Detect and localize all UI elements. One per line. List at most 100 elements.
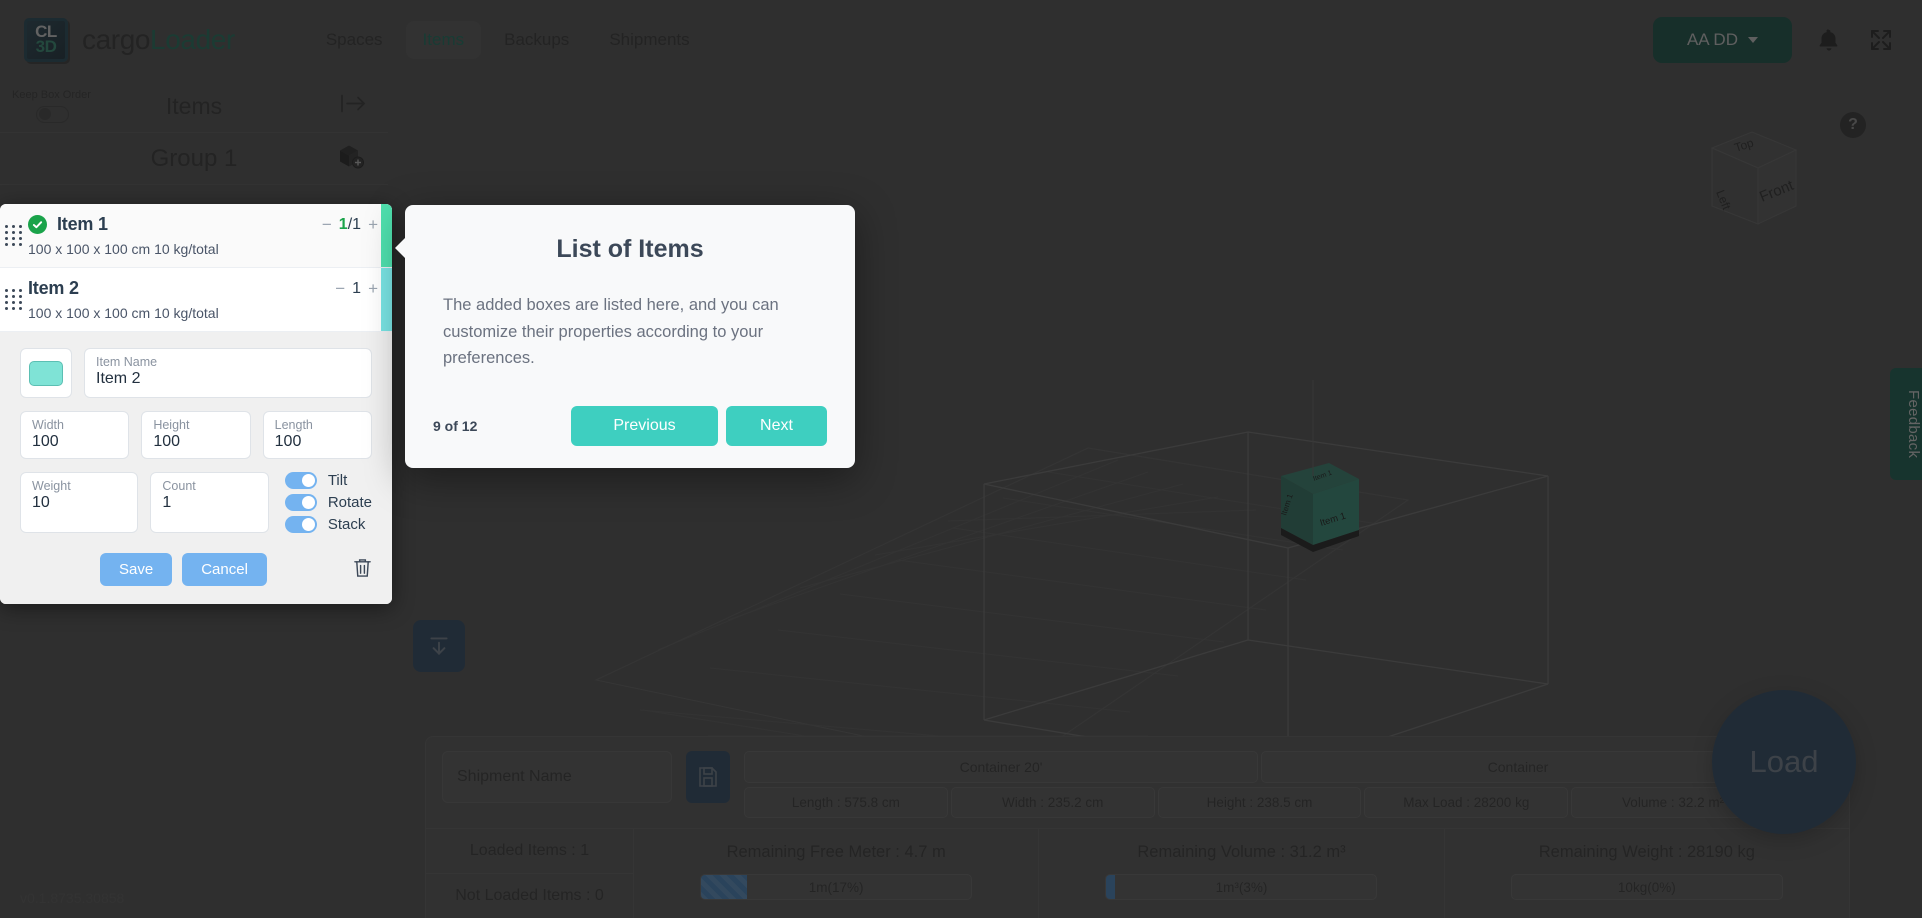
keep-box-order-toggle[interactable] [36, 106, 69, 123]
tilt-option[interactable]: Tilt [284, 472, 372, 489]
stat-remaining-volume: Remaining Volume : 31.2 m³ 1m³(3%) [1039, 829, 1445, 918]
tilt-toggle[interactable] [284, 472, 317, 489]
add-box-icon[interactable] [336, 142, 366, 175]
download-button[interactable] [413, 620, 465, 672]
item-details: 100 x 100 x 100 cm 10 kg/total [28, 305, 219, 321]
count-value: 1 [162, 494, 172, 511]
form-row-name: Item Name Item 2 [20, 348, 372, 398]
app-root: CL 3D cargoLoader Spaces Items Backups S… [0, 0, 1922, 918]
container-length: Length : 575.8 cm [744, 787, 948, 818]
progress-label: 1m³(3%) [1215, 879, 1268, 895]
items-panel-header: Keep Box Order Items [0, 80, 388, 133]
width-label: Width [32, 418, 64, 432]
main-nav: Spaces Items Backups Shipments [309, 21, 707, 59]
shipment-stats-row: Loaded Items : 1 Not Loaded Items : 0 Re… [426, 828, 1849, 918]
tour-previous-button[interactable]: Previous [571, 406, 718, 447]
loaded-items-count: Loaded Items : 1 [469, 842, 590, 859]
trash-icon[interactable] [353, 557, 372, 583]
nav-item-backups[interactable]: Backups [487, 21, 586, 59]
color-swatch [29, 360, 63, 386]
item-details: 100 x 100 x 100 cm 10 kg/total [28, 241, 219, 257]
rotate-option[interactable]: Rotate [284, 494, 373, 511]
tour-step-counter: 9 of 12 [433, 418, 478, 435]
rotate-label: Rotate [327, 494, 373, 511]
increment-button[interactable]: + [368, 279, 378, 299]
cancel-button[interactable]: Cancel [182, 553, 267, 586]
tilt-label: Tilt [327, 472, 348, 489]
list-item[interactable]: Item 2 − 1 + 100 x 100 x 100 cm 10 kg/to… [0, 268, 392, 332]
bell-icon[interactable] [1814, 25, 1844, 55]
stat-title: Remaining Weight : 28190 kg [1538, 843, 1755, 861]
save-button[interactable]: Save [100, 553, 173, 586]
chevron-down-icon [1748, 37, 1758, 43]
cargoloader-logo-icon: CL 3D [24, 18, 68, 62]
weight-label: Weight [32, 479, 71, 493]
keep-box-order-control[interactable]: Keep Box Order [12, 89, 91, 123]
item-quantity-stepper[interactable]: − 1/1 + [322, 215, 378, 235]
item-name: Item 2 [28, 278, 79, 298]
group-title: Group 1 [150, 144, 238, 172]
stack-option[interactable]: Stack [284, 516, 372, 533]
weight-value: 10 [32, 494, 50, 511]
container-width: Width : 235.2 cm [950, 787, 1155, 818]
tour-footer: 9 of 12 Previous Next [433, 406, 827, 447]
height-value: 100 [153, 433, 181, 450]
drag-handle[interactable] [0, 214, 28, 257]
expand-icon[interactable] [1866, 25, 1896, 55]
app-version: v0.1.8735.30858 [20, 890, 125, 906]
stack-label: Stack [327, 516, 366, 533]
progress-label: 10kg(0%) [1617, 879, 1676, 895]
item-color-bar [381, 268, 392, 331]
item-name-label: Item Name [96, 355, 158, 369]
item-name: Item 1 [57, 214, 108, 234]
list-item[interactable]: Item 1 − 1/1 + 100 x 100 x 100 cm 10 kg/… [0, 204, 392, 268]
height-field[interactable]: Height 100 [141, 411, 251, 459]
view-orientation-cube[interactable]: Top Left Front [1692, 120, 1812, 245]
item-quantity-stepper[interactable]: − 1 + [335, 279, 378, 299]
nav-item-spaces[interactable]: Spaces [309, 21, 400, 59]
length-value: 100 [274, 433, 302, 450]
save-shipment-button[interactable] [686, 751, 730, 803]
count-field[interactable]: Count 1 [150, 472, 269, 533]
item-content: Item 1 − 1/1 + 100 x 100 x 100 cm 10 kg/… [28, 214, 392, 257]
item-option-toggles: Tilt Rotate Stack [281, 472, 372, 533]
length-field[interactable]: Length 100 [262, 411, 372, 459]
tour-next-button[interactable]: Next [726, 406, 827, 447]
decrement-button[interactable]: − [335, 279, 345, 299]
brand[interactable]: CL 3D cargoLoader [0, 18, 235, 62]
progress-label: 1m(17%) [808, 879, 864, 895]
increment-button[interactable]: + [368, 215, 378, 235]
container-height: Height : 238.5 cm [1157, 787, 1362, 818]
drag-handle[interactable] [0, 278, 28, 321]
check-icon [28, 215, 47, 234]
item-color-picker[interactable] [20, 348, 72, 398]
item-edit-form: Item Name Item 2 Width 100 Height 100 Le… [0, 332, 392, 604]
stat-title: Remaining Volume : 31.2 m³ [1137, 843, 1346, 861]
help-icon[interactable]: ? [1840, 112, 1866, 138]
nav-item-shipments[interactable]: Shipments [592, 21, 706, 59]
tour-pointer-arrow [395, 237, 406, 259]
items-list-card: Item 1 − 1/1 + 100 x 100 x 100 cm 10 kg/… [0, 204, 392, 604]
stat-title: Remaining Free Meter : 4.7 m [726, 843, 946, 861]
stat-remaining-weight: Remaining Weight : 28190 kg 10kg(0%) [1445, 829, 1849, 918]
count-label: Count [162, 479, 196, 493]
scene-box-item-1: Item 1 Item 1 Item 1 [1279, 463, 1359, 552]
keep-box-order-label: Keep Box Order [12, 89, 91, 101]
weight-field[interactable]: Weight 10 [20, 472, 139, 533]
stat-remaining-free-meter: Remaining Free Meter : 4.7 m 1m(17%) [634, 829, 1040, 918]
load-button[interactable]: Load [1712, 690, 1856, 834]
rotate-toggle[interactable] [284, 494, 317, 511]
user-menu-label: AA DD [1686, 30, 1738, 49]
item-name-value: Item 2 [96, 370, 141, 387]
stack-toggle[interactable] [284, 516, 317, 533]
item-name-field[interactable]: Item Name Item 2 [84, 348, 372, 398]
user-menu-button[interactable]: AA DD [1652, 17, 1792, 63]
width-field[interactable]: Width 100 [20, 411, 130, 459]
shipment-name-input[interactable]: Shipment Name [442, 751, 672, 803]
progress-free-meter: 1m(17%) [700, 874, 973, 900]
nav-item-items[interactable]: Items [405, 21, 482, 59]
item-header-row: Item 2 − 1 + [28, 278, 378, 299]
collapse-panel-icon[interactable] [340, 93, 366, 120]
feedback-tab[interactable]: Feedback [1890, 368, 1922, 481]
decrement-button[interactable]: − [322, 215, 332, 235]
